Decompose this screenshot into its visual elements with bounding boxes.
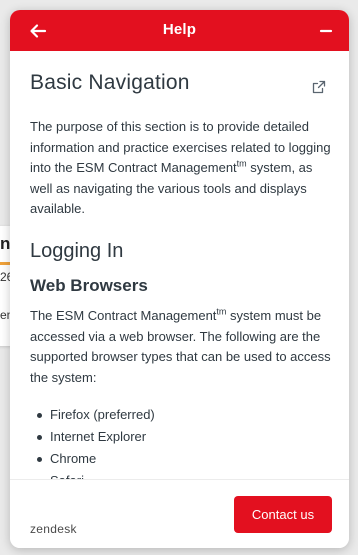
trademark-sup: tm: [236, 158, 247, 169]
zendesk-logo: zendesk: [30, 522, 77, 536]
trademark-sup: tm: [216, 306, 227, 317]
widget-footer: zendesk Contact us: [10, 479, 349, 548]
browser-paragraph: The ESM Contract Managementtm system mus…: [30, 306, 332, 388]
section-heading: Logging In: [30, 240, 124, 262]
widget-title: Help: [162, 21, 197, 38]
contact-us-button[interactable]: Contact us: [234, 496, 332, 533]
article-intro: The purpose of this section is to provid…: [30, 117, 332, 220]
minus-icon[interactable]: [317, 22, 335, 40]
paragraph-text: The ESM Contract Management: [30, 308, 217, 323]
list-item: Internet Explorer: [30, 426, 155, 448]
article-title: Basic Navigation: [30, 71, 190, 94]
article-scroll-area[interactable]: Basic Navigation The purpose of this sec…: [10, 51, 349, 489]
browser-list: Firefox (preferred) Internet Explorer Ch…: [30, 404, 155, 489]
list-item: Firefox (preferred): [30, 404, 155, 426]
list-item: Chrome: [30, 448, 155, 470]
widget-header: Help: [10, 10, 349, 51]
help-widget: Help Basic Navigation The purpose of thi…: [10, 10, 349, 548]
external-link-icon[interactable]: [312, 80, 326, 94]
subsection-heading: Web Browsers: [30, 276, 148, 295]
